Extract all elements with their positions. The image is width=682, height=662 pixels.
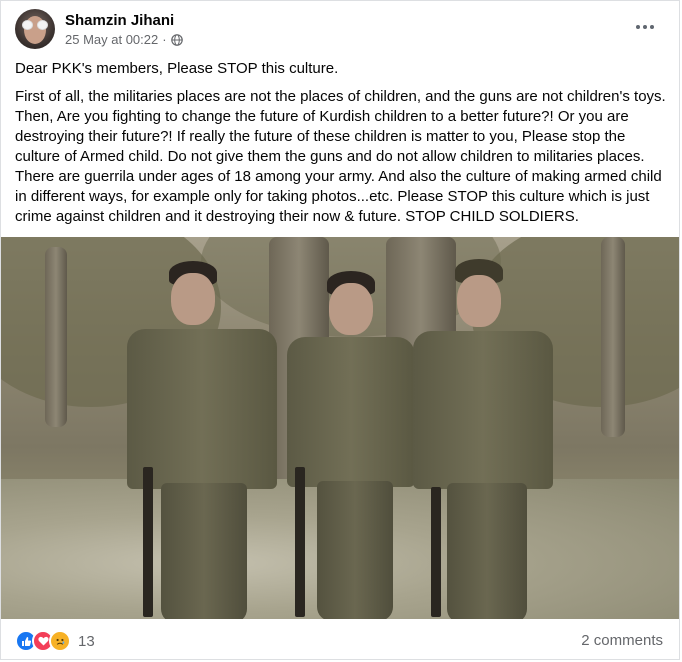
post-footer: 13 2 comments xyxy=(1,619,679,661)
facebook-post: Shamzin Jihani 25 May at 00:22 · Dear PK… xyxy=(0,0,680,660)
comments-link[interactable]: 2 comments xyxy=(581,632,663,649)
post-text: Dear PKK's members, Please STOP this cul… xyxy=(15,59,667,235)
author-name[interactable]: Shamzin Jihani xyxy=(65,12,174,29)
more-options-icon[interactable] xyxy=(631,17,659,37)
post-meta: 25 May at 00:22 · xyxy=(65,32,183,47)
sad-icon xyxy=(49,630,71,652)
post-paragraph-1: Dear PKK's members, Please STOP this cul… xyxy=(15,60,339,77)
reactions-summary[interactable]: 13 xyxy=(15,630,95,652)
avatar-sunglasses xyxy=(22,20,48,30)
author-avatar[interactable] xyxy=(15,9,55,49)
post-photo[interactable] xyxy=(1,237,679,619)
reaction-count[interactable]: 13 xyxy=(78,633,95,650)
post-paragraph-2: First of all, the militaries places are … xyxy=(15,88,666,225)
post-header: Shamzin Jihani 25 May at 00:22 · xyxy=(15,9,667,51)
post-timestamp[interactable]: 25 May at 00:22 xyxy=(65,32,158,47)
globe-icon[interactable] xyxy=(170,33,183,46)
